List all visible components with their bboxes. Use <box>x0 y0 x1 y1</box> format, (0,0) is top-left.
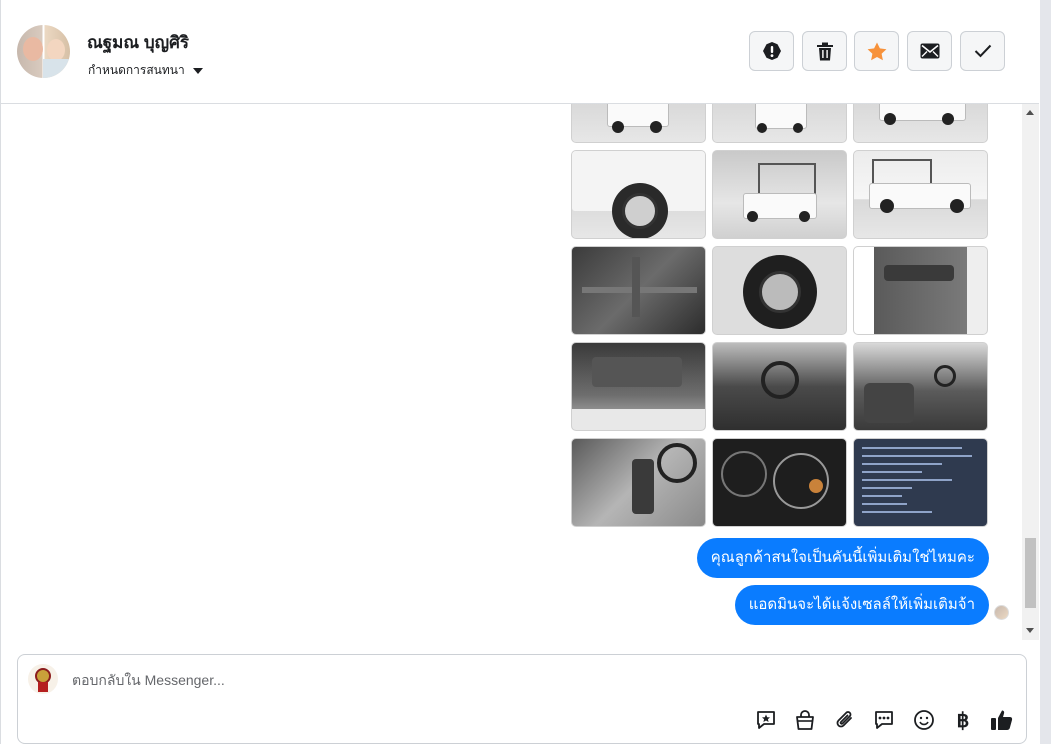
set-conversation-label: กำหนดการสนทนา <box>88 63 185 77</box>
payment-button[interactable]: ฿ <box>950 707 976 733</box>
smile-icon <box>914 710 934 730</box>
seen-avatar <box>994 605 1009 620</box>
reply-input[interactable] <box>72 669 772 691</box>
exclamation-circle-icon <box>762 42 781 60</box>
set-conversation-dropdown[interactable]: กำหนดการสนทนา <box>88 61 203 80</box>
conversation-header: ณฐมณ บุญศิริ กำหนดการสนทนา <box>1 0 1039 104</box>
star-bubble-icon <box>757 711 775 729</box>
check-icon <box>974 44 991 58</box>
quick-reply-button[interactable] <box>871 707 897 733</box>
star-button[interactable] <box>854 31 899 71</box>
photo-attachment[interactable] <box>712 150 847 239</box>
photo-attachment[interactable] <box>712 438 847 527</box>
photo-attachment[interactable] <box>712 104 847 143</box>
emoji-button[interactable] <box>911 707 937 733</box>
mark-unread-button[interactable] <box>907 31 952 71</box>
thumbs-up-icon <box>991 710 1013 730</box>
contact-name[interactable]: ณฐมณ บุญศิริ <box>87 29 189 56</box>
message-bubble[interactable]: คุณลูกค้าสนใจเป็นคันนี้เพิ่มเติมใช่ไหมคะ <box>696 538 989 578</box>
photo-attachment[interactable] <box>853 150 988 239</box>
photo-attachment[interactable] <box>853 104 988 143</box>
photo-attachment[interactable] <box>571 342 706 431</box>
photo-attachment[interactable] <box>853 438 988 527</box>
reply-composer: ฿ <box>17 654 1027 744</box>
photo-attachment[interactable] <box>571 246 706 335</box>
message-bubble[interactable]: แอดมินจะได้แจ้งเซลล์ให้เพิ่มเติมจ้า <box>734 585 989 625</box>
envelope-icon <box>920 43 939 59</box>
photo-attachment[interactable] <box>712 246 847 335</box>
shopping-bag-icon <box>796 710 814 730</box>
attach-button[interactable] <box>832 707 858 733</box>
mark-done-button[interactable] <box>960 31 1005 71</box>
thread-scrollbar[interactable] <box>1022 104 1039 640</box>
conversation-panel: ณฐมณ บุญศิริ กำหนดการสนทนา คุณลูกค้าสนใจ… <box>0 0 1040 744</box>
saved-reply-button[interactable] <box>753 707 779 733</box>
photo-attachment[interactable] <box>712 342 847 431</box>
paperclip-icon <box>836 711 852 728</box>
baht-icon: ฿ <box>956 709 970 732</box>
photo-attachment[interactable] <box>853 246 988 335</box>
contact-avatar[interactable] <box>17 25 70 78</box>
product-button[interactable] <box>792 707 818 733</box>
page-avatar <box>28 664 58 694</box>
like-button[interactable] <box>989 707 1015 733</box>
message-thread[interactable]: คุณลูกค้าสนใจเป็นคันนี้เพิ่มเติมใช่ไหมคะ… <box>1 104 1039 640</box>
mark-spam-button[interactable] <box>749 31 794 71</box>
photo-attachment[interactable] <box>571 104 706 143</box>
scroll-thumb[interactable] <box>1025 538 1036 608</box>
scroll-down-icon[interactable] <box>1026 628 1034 633</box>
photo-attachment[interactable] <box>853 342 988 431</box>
star-icon <box>867 42 886 60</box>
trash-icon <box>816 42 833 60</box>
caret-down-icon <box>192 68 203 74</box>
chat-dots-icon <box>875 711 893 729</box>
photo-attachment[interactable] <box>571 150 706 239</box>
scroll-up-icon[interactable] <box>1026 110 1034 115</box>
photo-attachment[interactable] <box>571 438 706 527</box>
delete-button[interactable] <box>802 31 847 71</box>
